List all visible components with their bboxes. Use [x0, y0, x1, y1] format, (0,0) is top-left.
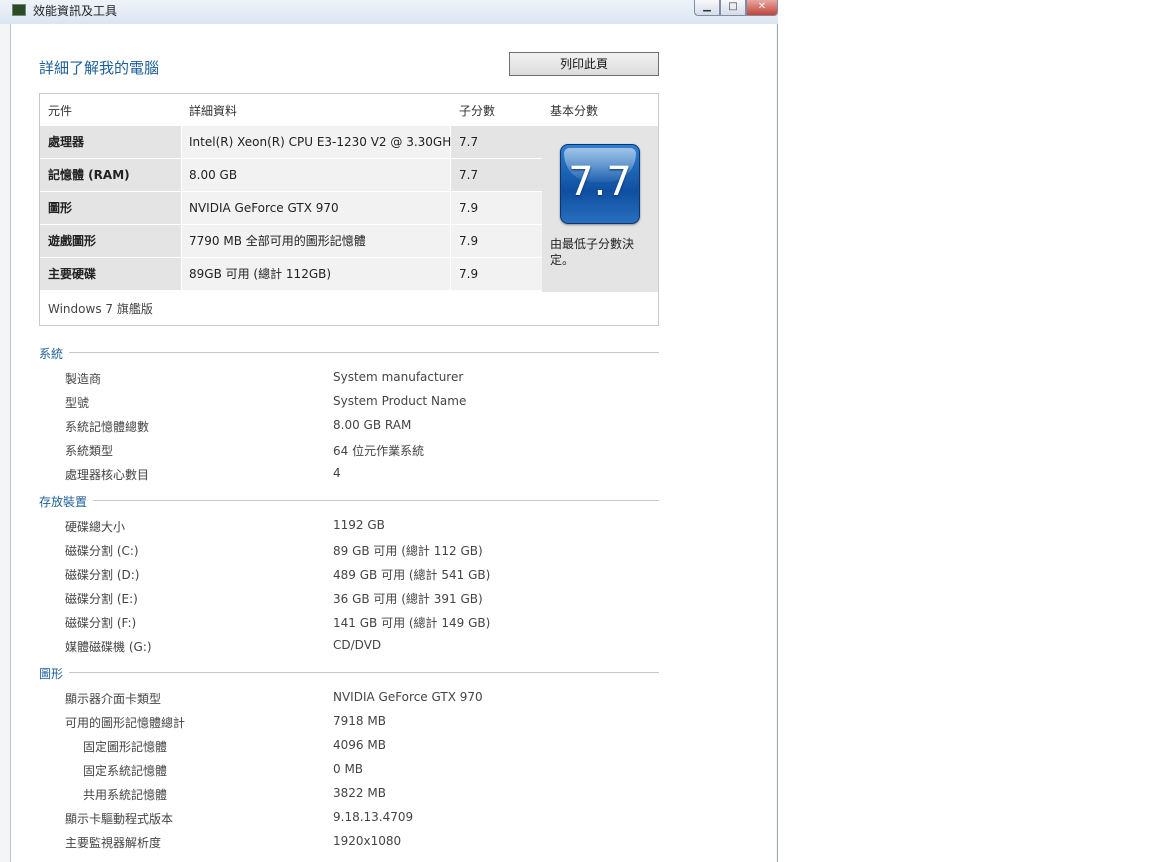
section-divider	[39, 500, 659, 501]
info-label: 共用系統記憶體	[83, 788, 168, 802]
maximize-button[interactable]: □	[720, 0, 746, 16]
component-subscore: 7.7	[451, 126, 542, 158]
section-divider	[39, 672, 659, 673]
window-title: 效能資訊及工具	[33, 4, 118, 18]
header-base-score: 基本分數	[550, 104, 599, 118]
info-label: 系統記憶體總數	[65, 420, 150, 434]
page-title: 詳細了解我的電腦	[39, 59, 160, 77]
info-value: 4096 MB	[333, 738, 386, 752]
component-details: 89GB 可用 (總計 112GB)	[182, 258, 450, 290]
component-name: 處理器	[40, 126, 181, 158]
info-value: 4	[333, 466, 341, 480]
component-details: NVIDIA GeForce GTX 970	[182, 192, 450, 224]
component-details: 7790 MB 全部可用的圖形記憶體	[182, 225, 450, 257]
os-edition: Windows 7 旗艦版	[48, 302, 153, 316]
info-label: 可用的圖形記憶體總計	[65, 716, 186, 730]
info-label: 主要監視器解析度	[65, 836, 162, 850]
info-label: 系統類型	[65, 444, 114, 458]
info-value: 489 GB 可用 (總計 541 GB)	[333, 568, 491, 582]
info-label: 磁碟分割 (C:)	[65, 544, 139, 558]
info-value: 141 GB 可用 (總計 149 GB)	[333, 616, 491, 630]
header-details: 詳細資料	[189, 104, 238, 118]
section-graphics: 圖形	[39, 665, 659, 682]
base-score-note: 由最低子分數決定。	[550, 237, 635, 267]
info-value: 3822 MB	[333, 786, 386, 800]
content-pane[interactable]: 詳細了解我的電腦 列印此頁 元件 詳細資料 子分數 基本分數 處理器 Intel…	[10, 24, 776, 862]
section-system: 系統	[39, 345, 659, 362]
base-score-badge: 7.7	[560, 144, 640, 224]
info-value: 89 GB 可用 (總計 112 GB)	[333, 544, 483, 558]
info-label: 磁碟分割 (D:)	[65, 568, 140, 582]
performance-info-window: 效能資訊及工具 ▁ □ ✕ 詳細了解我的電腦 列印此頁 元件 詳細資料 子分數 …	[0, 0, 778, 862]
info-label: 製造商	[65, 372, 102, 386]
info-label: 媒體磁碟機 (G:)	[65, 640, 152, 654]
section-title: 系統	[39, 345, 70, 362]
info-label: 磁碟分割 (F:)	[65, 616, 137, 630]
info-value: 0 MB	[333, 762, 364, 776]
section-divider	[39, 352, 659, 353]
component-subscore: 7.9	[451, 225, 542, 257]
component-details: 8.00 GB	[182, 159, 450, 191]
component-name: 主要硬碟	[40, 258, 181, 290]
info-value: 64 位元作業系統	[333, 444, 425, 458]
info-value: System Product Name	[333, 394, 467, 408]
component-subscore: 7.7	[451, 159, 542, 191]
info-value: System manufacturer	[333, 370, 464, 384]
info-value: 8.00 GB RAM	[333, 418, 412, 432]
table-row: 記憶體 (RAM) 8.00 GB 7.7	[40, 159, 542, 191]
component-name: 遊戲圖形	[40, 225, 181, 257]
info-label: 硬碟總大小	[65, 520, 126, 534]
info-value: 1192 GB	[333, 518, 385, 532]
base-score-panel: 7.7 由最低子分數決定。	[542, 126, 658, 292]
info-label: 處理器核心數目	[65, 468, 150, 482]
info-label: 顯示卡驅動程式版本	[65, 812, 174, 826]
base-score-value: 7.7	[568, 159, 632, 205]
info-value: CD/DVD	[333, 638, 382, 652]
table-row: 主要硬碟 89GB 可用 (總計 112GB) 7.9	[40, 258, 542, 290]
table-row: 遊戲圖形 7790 MB 全部可用的圖形記憶體 7.9	[40, 225, 542, 257]
close-button[interactable]: ✕	[746, 0, 778, 16]
table-row: 處理器 Intel(R) Xeon(R) CPU E3-1230 V2 @ 3.…	[40, 126, 542, 158]
section-title: 圖形	[39, 665, 70, 682]
info-value: 1920x1080	[333, 834, 402, 848]
info-label: 固定圖形記憶體	[83, 740, 168, 754]
print-page-button[interactable]: 列印此頁	[509, 52, 659, 76]
info-label: 磁碟分割 (E:)	[65, 592, 138, 606]
header-subscore: 子分數	[459, 104, 496, 118]
table-row: 圖形 NVIDIA GeForce GTX 970 7.9	[40, 192, 542, 224]
minimize-button[interactable]: ▁	[694, 0, 720, 16]
info-value: 36 GB 可用 (總計 391 GB)	[333, 592, 483, 606]
component-details: Intel(R) Xeon(R) CPU E3-1230 V2 @ 3.30GH…	[182, 126, 458, 158]
app-icon	[12, 4, 26, 16]
component-subscore: 7.9	[451, 192, 542, 224]
section-title: 存放裝置	[39, 493, 94, 510]
component-name: 圖形	[40, 192, 181, 224]
header-component: 元件	[48, 104, 73, 118]
info-label: 固定系統記憶體	[83, 764, 168, 778]
info-value: 9.18.13.4709	[333, 810, 414, 824]
info-label: 型號	[65, 396, 90, 410]
score-table: 元件 詳細資料 子分數 基本分數 處理器 Intel(R) Xeon(R) CP…	[39, 93, 659, 326]
info-value: NVIDIA GeForce GTX 970	[333, 690, 483, 704]
section-storage: 存放裝置	[39, 493, 659, 510]
component-name: 記憶體 (RAM)	[40, 159, 181, 191]
info-label: 顯示器介面卡類型	[65, 692, 162, 706]
info-value: 7918 MB	[333, 714, 386, 728]
title-bar[interactable]: 效能資訊及工具 ▁ □ ✕	[0, 0, 778, 24]
component-subscore: 7.9	[451, 258, 542, 290]
